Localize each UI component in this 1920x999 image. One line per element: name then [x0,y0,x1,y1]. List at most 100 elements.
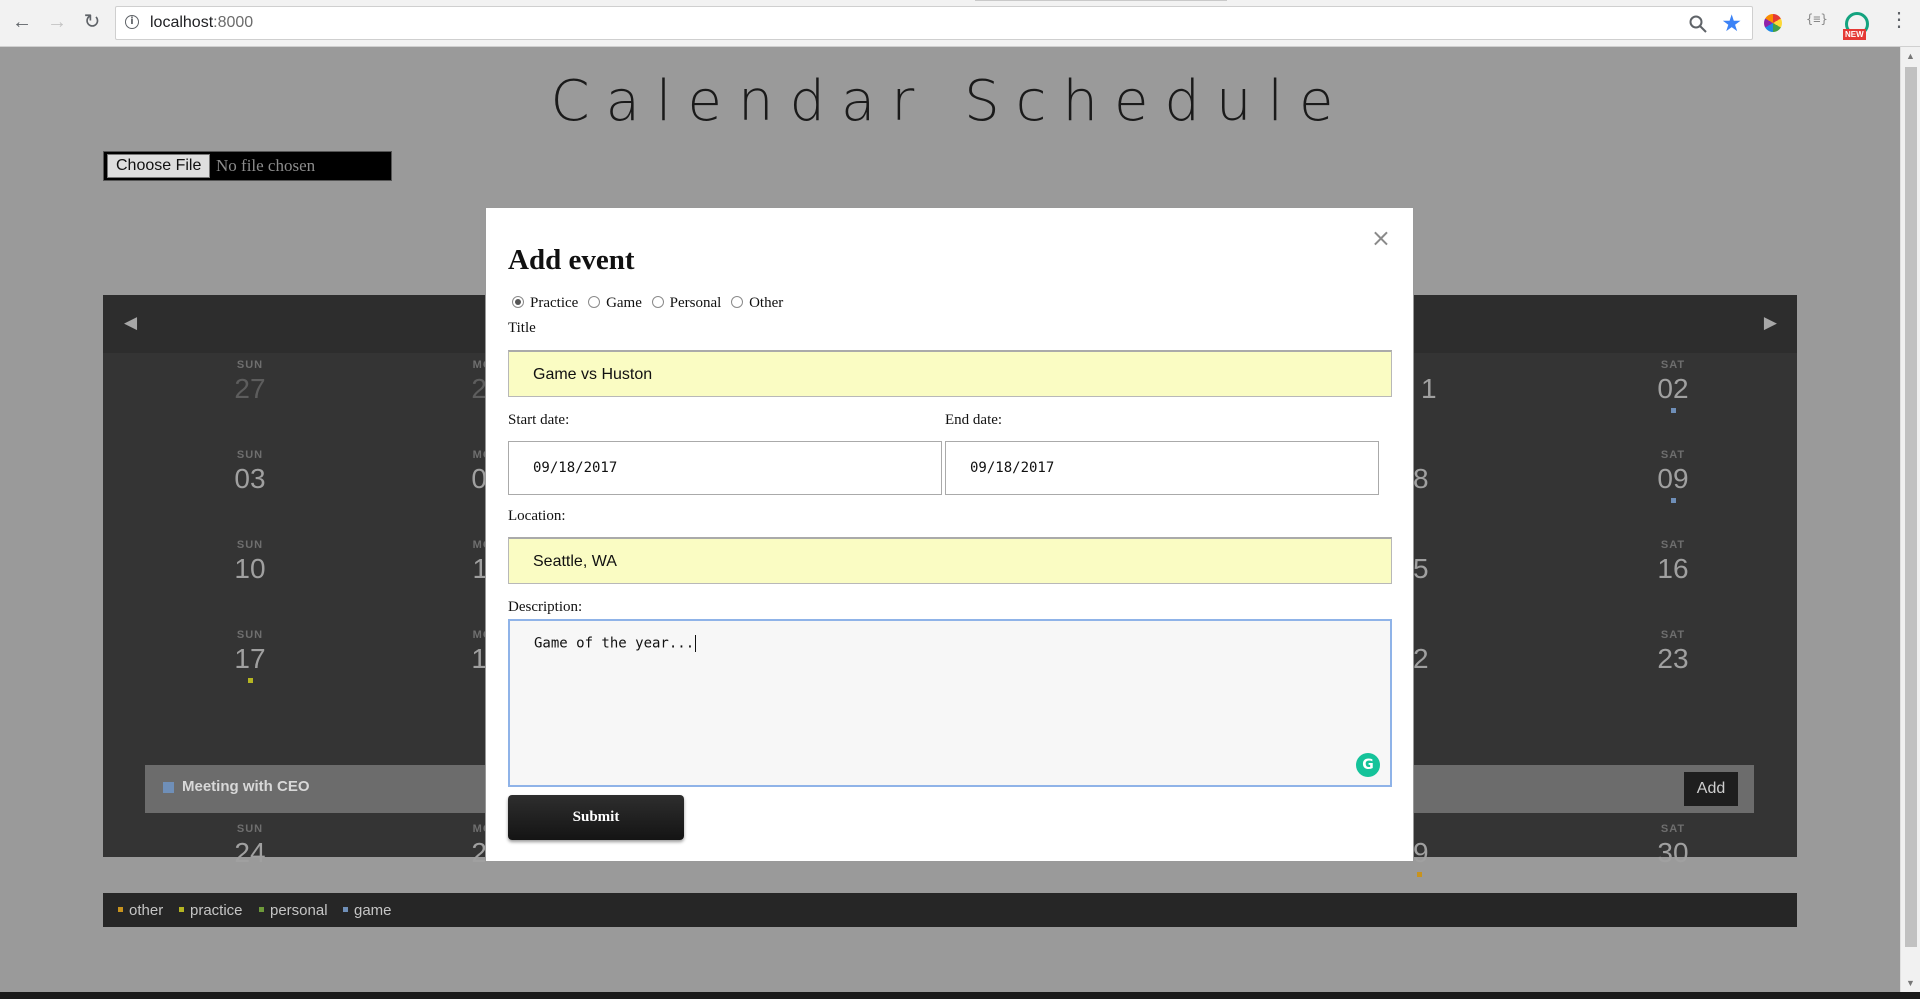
weekday-label: SAT [1660,359,1686,371]
calendar-day[interactable]: SAT 30 [1643,823,1703,868]
radio-game[interactable]: Game [588,295,642,312]
day-number: 03 [234,463,266,494]
radio-button[interactable] [588,295,601,308]
legend-swatch [179,906,184,912]
description-label: Description: [508,599,583,615]
radio-other[interactable]: Other [731,295,783,312]
calendar-day[interactable]: SUN 03 [220,449,280,494]
description-text: Game of the year... [534,635,697,652]
day-number: 9 [1413,837,1429,868]
address-bar[interactable]: i localhost:8000 ★ [115,6,1753,40]
legend-label: practice [190,902,243,919]
day-number: 30 [1657,837,1689,868]
radio-button[interactable] [651,295,664,308]
day-number: 5 [1413,553,1429,584]
browser-menu-icon[interactable]: ⋮ [1889,10,1909,30]
page-title: Calendar Schedule [550,69,1350,134]
radio-label: Practice [530,295,579,311]
reload-icon[interactable]: ↻ [79,9,105,35]
description-textarea[interactable]: Game of the year... G [508,619,1392,787]
calendar-day-partial[interactable]: 5 [1413,539,1473,584]
weekday-label: SAT [1660,629,1686,641]
day-number: 23 [1657,643,1689,674]
start-date-input[interactable]: 09/18/2017 [508,441,942,495]
site-info-icon[interactable]: i [125,15,139,29]
day-number: 09 [1657,463,1689,494]
text-caret [695,635,697,652]
json-viewer-extension-icon[interactable]: {≡} [1806,12,1832,38]
url-host: localhost [150,14,214,31]
submit-button[interactable]: Submit [508,795,684,840]
add-event-modal: × Add event Practice Game Personal Other… [485,207,1414,862]
weekday-label: SUN [236,629,264,641]
calendar-day[interactable]: SAT 09 [1643,449,1703,503]
bookmark-star-icon[interactable]: ★ [1721,10,1742,36]
calendar-day[interactable]: SAT 02 [1643,359,1703,413]
event-dot-game [1670,498,1676,503]
day-number: 02 [1657,373,1689,404]
zoom-icon[interactable] [1688,14,1708,34]
radio-label: Game [606,295,642,311]
calendar-day[interactable]: SAT 23 [1643,629,1703,674]
calendar-day-partial[interactable]: 8 [1413,449,1473,494]
radio-label: Other [749,295,784,311]
day-number: 8 [1413,463,1429,494]
radio-practice[interactable]: Practice [512,295,578,312]
close-icon[interactable]: × [1371,226,1391,250]
legend-item-practice: practice [179,902,243,919]
event-title[interactable]: Meeting with CEO [182,778,310,795]
file-input[interactable]: Choose File No file chosen [103,151,392,181]
legend-label: game [354,902,392,919]
legend-item-personal: personal [259,902,328,919]
radio-personal[interactable]: Personal [651,295,721,312]
legend-item-other: other [118,902,163,919]
weekday-label: SUN [236,539,264,551]
add-event-button[interactable]: Add [1684,772,1738,806]
calendar-day[interactable]: SAT 16 [1643,539,1703,584]
start-date-value: 09/18/2017 [533,460,618,476]
event-type-legend: other practice personal game [103,893,1797,927]
event-color-swatch [163,782,174,793]
radio-button[interactable] [731,295,744,308]
url-port: :8000 [213,14,254,31]
calendar-day[interactable]: SUN 24 [220,823,280,868]
event-dot-practice [247,678,253,683]
end-date-input[interactable]: 09/18/2017 [945,441,1379,495]
forward-icon[interactable]: → [44,9,70,35]
calendar-day-partial[interactable]: 2 [1413,629,1473,674]
event-type-radio-group: Practice Game Personal Other [512,295,789,312]
location-input[interactable]: Seattle, WA [508,537,1392,584]
scroll-up-icon[interactable]: ▲ [1906,51,1915,61]
legend-label: other [129,902,164,919]
weekday-label: SUN [236,449,264,461]
grammarly-icon[interactable]: G [1356,753,1380,777]
next-month-icon[interactable]: ▶ [1764,313,1777,333]
title-input[interactable]: Game vs Huston [508,350,1392,397]
calendar-day[interactable]: SUN 27 [220,359,280,404]
calendar-day-partial[interactable]: 9 [1413,823,1473,877]
day-number: 16 [1657,553,1689,584]
url-text[interactable]: localhost:8000 [150,14,253,32]
day-number: 17 [234,643,266,674]
taskbar-edge [0,992,1920,999]
start-date-label: Start date: [508,412,570,428]
calendar-day-partial[interactable]: 1 [1421,359,1481,404]
radio-button[interactable] [512,295,524,308]
prev-month-icon[interactable]: ◀ [124,313,137,333]
color-picker-extension-icon[interactable] [1764,14,1782,32]
back-icon[interactable]: ← [9,9,35,35]
calendar-day[interactable]: SUN 10 [220,539,280,584]
page-overlay-background: Calendar Schedule Choose File No file ch… [0,47,1900,992]
day-number: 27 [234,373,266,404]
scroll-down-icon[interactable]: ▼ [1906,978,1915,988]
weekday-label: SAT [1660,539,1686,551]
page-scrollbar[interactable]: ▲ ▼ [1900,47,1920,992]
day-number: 10 [234,553,266,584]
scrollbar-thumb[interactable] [1905,67,1917,947]
legend-swatch [118,906,123,912]
calendar-day[interactable]: SUN 17 [220,629,280,683]
day-number: 2 [1413,643,1429,674]
modal-title: Add event [508,244,635,276]
file-status: No file chosen [216,156,316,175]
choose-file-button[interactable]: Choose File [107,154,211,178]
